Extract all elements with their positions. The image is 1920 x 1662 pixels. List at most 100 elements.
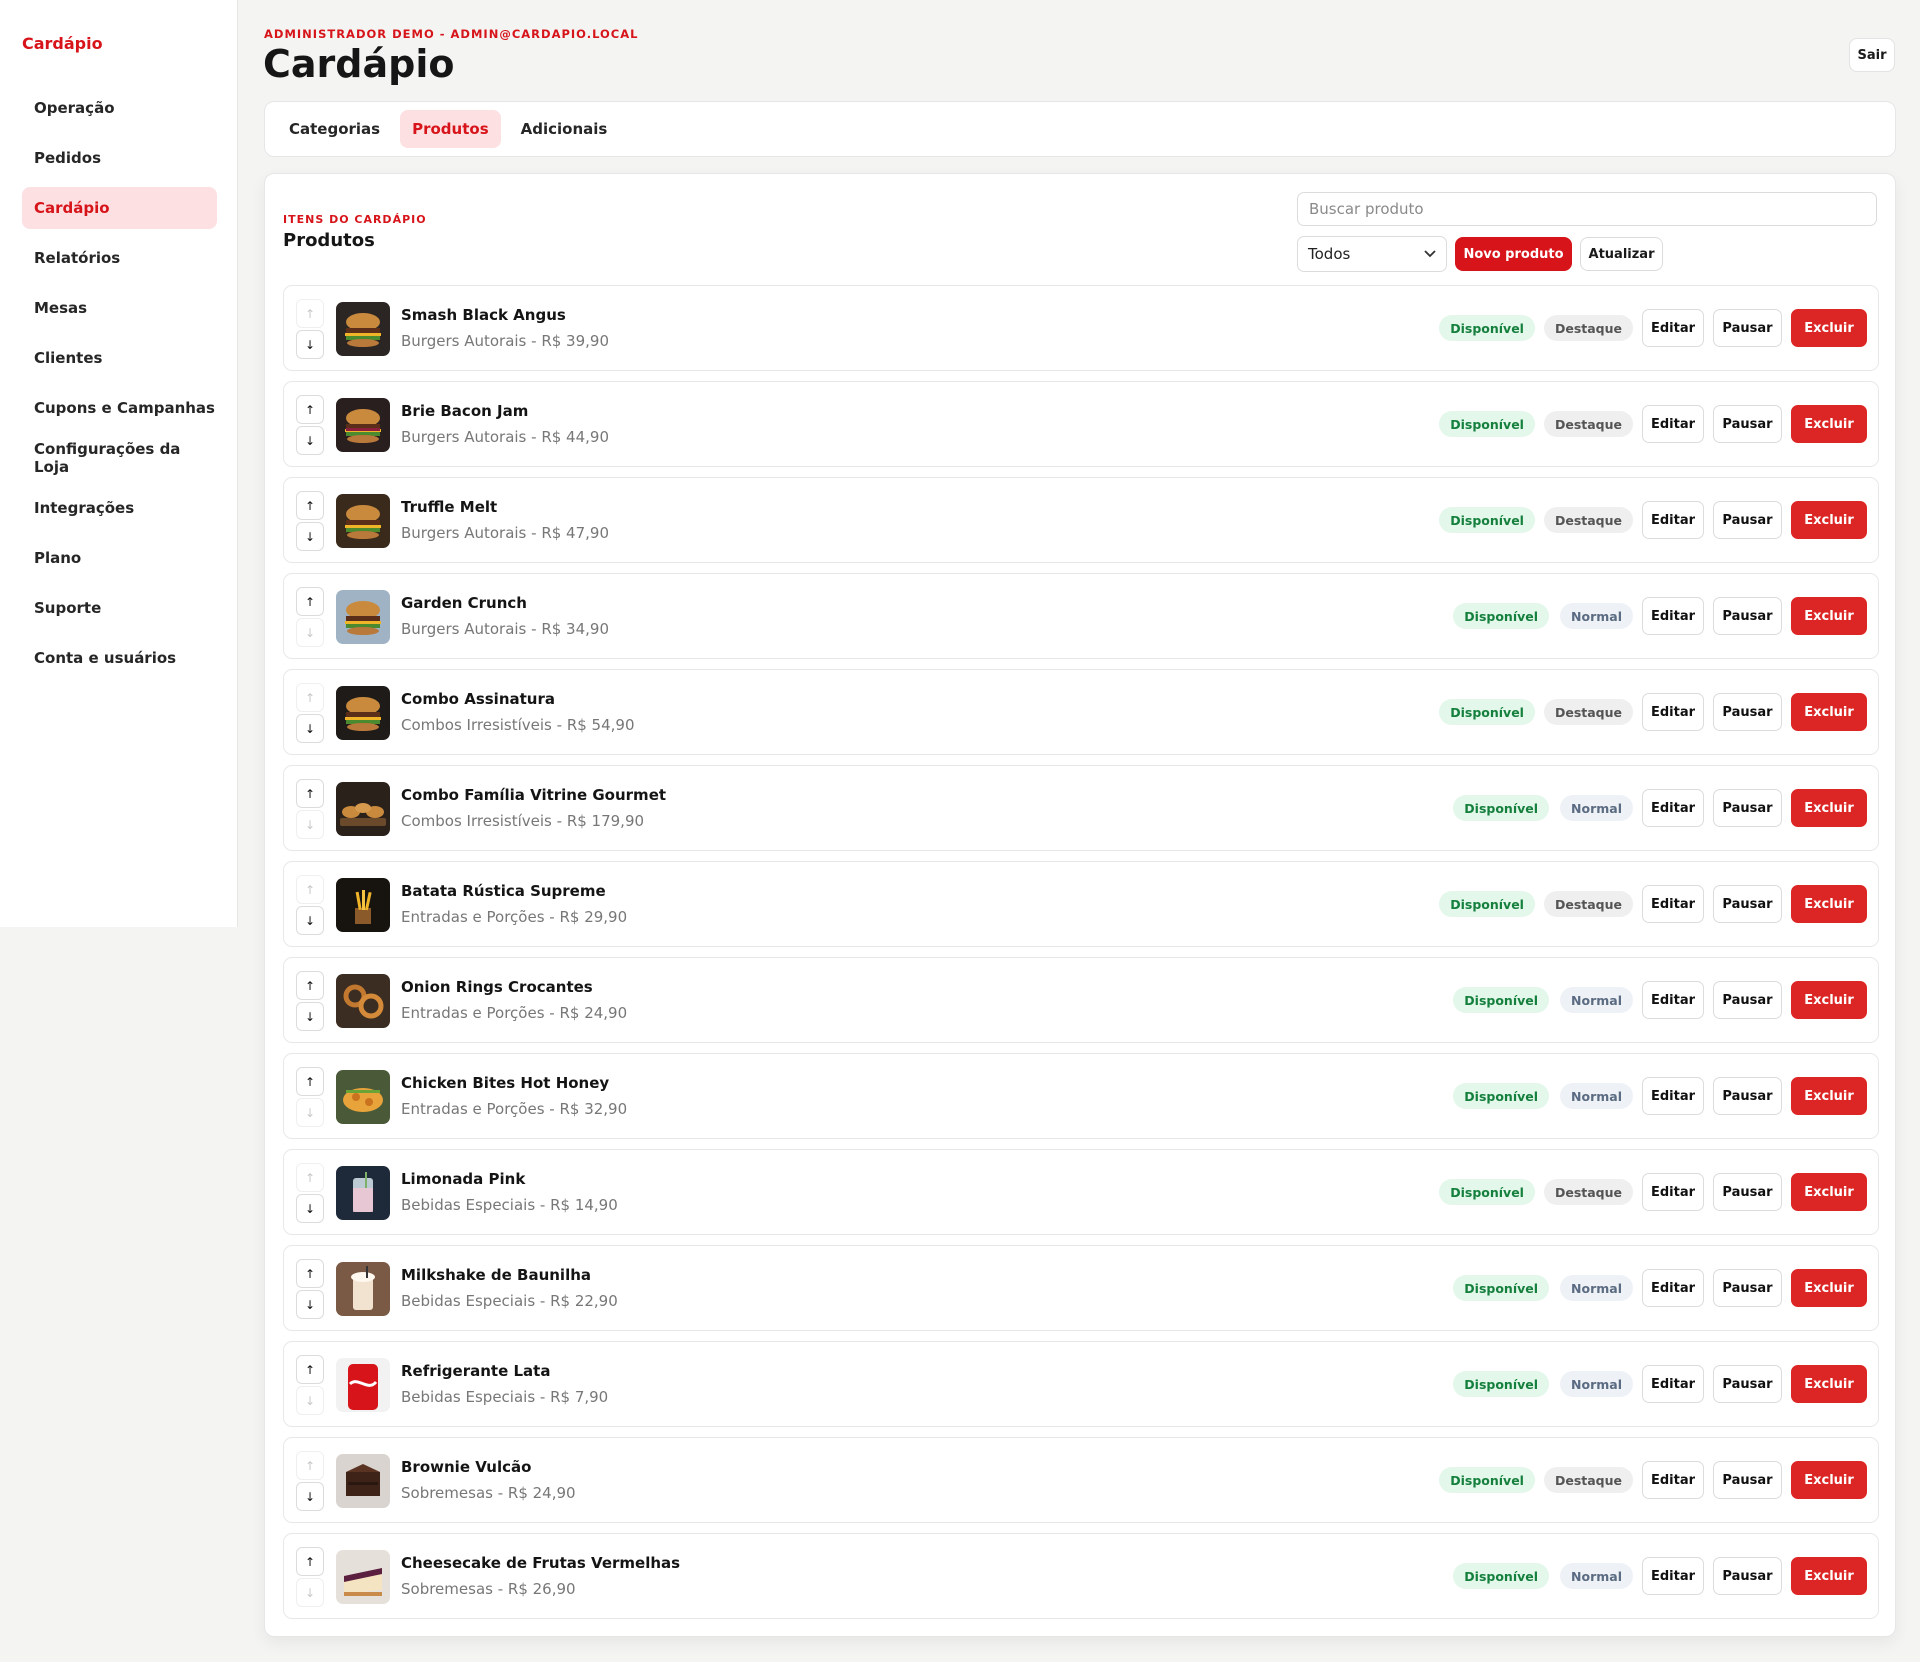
row-actions: Disponível Destaque Editar Pausar Excluir — [1439, 405, 1867, 443]
pause-button[interactable]: Pausar — [1713, 885, 1782, 923]
brand-logo-text[interactable]: Cardápio — [22, 34, 103, 53]
sidebar-item-clientes[interactable]: Clientes — [22, 337, 217, 379]
pause-button[interactable]: Pausar — [1713, 1557, 1782, 1595]
move-up-button[interactable]: ↑ — [296, 491, 324, 520]
row-actions: Disponível Destaque Editar Pausar Excluir — [1439, 1461, 1867, 1499]
edit-button[interactable]: Editar — [1642, 597, 1704, 635]
pause-button[interactable]: Pausar — [1713, 693, 1782, 731]
product-category-price: Sobremesas - R$ 24,90 — [401, 1484, 576, 1502]
move-up-button: ↑ — [296, 299, 324, 328]
edit-button[interactable]: Editar — [1642, 1269, 1704, 1307]
move-down-button[interactable]: ↓ — [296, 330, 324, 359]
product-thumbnail — [336, 1070, 390, 1124]
move-up-button[interactable]: ↑ — [296, 779, 324, 808]
edit-button[interactable]: Editar — [1642, 1365, 1704, 1403]
delete-button[interactable]: Excluir — [1791, 1365, 1867, 1403]
delete-button[interactable]: Excluir — [1791, 597, 1867, 635]
sidebar-item-operação[interactable]: Operação — [22, 87, 217, 129]
delete-button[interactable]: Excluir — [1791, 981, 1867, 1019]
edit-button[interactable]: Editar — [1642, 501, 1704, 539]
edit-button[interactable]: Editar — [1642, 885, 1704, 923]
delete-button[interactable]: Excluir — [1791, 693, 1867, 731]
edit-button[interactable]: Editar — [1642, 693, 1704, 731]
sidebar-item-pedidos[interactable]: Pedidos — [22, 137, 217, 179]
sidebar-item-integrações[interactable]: Integrações — [22, 487, 217, 529]
move-up-button[interactable]: ↑ — [296, 1067, 324, 1096]
move-up-button[interactable]: ↑ — [296, 395, 324, 424]
product-category-price: Entradas e Porções - R$ 32,90 — [401, 1100, 628, 1118]
availability-badge: Disponível — [1439, 1467, 1535, 1493]
delete-button[interactable]: Excluir — [1791, 1173, 1867, 1211]
pause-button[interactable]: Pausar — [1713, 1173, 1782, 1211]
move-down-button[interactable]: ↓ — [296, 1002, 324, 1031]
move-down-button[interactable]: ↓ — [296, 522, 324, 551]
pause-button[interactable]: Pausar — [1713, 789, 1782, 827]
move-down-button[interactable]: ↓ — [296, 1482, 324, 1511]
sidebar-item-cupons-e-campanhas[interactable]: Cupons e Campanhas — [22, 387, 217, 429]
delete-button[interactable]: Excluir — [1791, 1269, 1867, 1307]
sidebar-item-suporte[interactable]: Suporte — [22, 587, 217, 629]
tab-categorias[interactable]: Categorias — [277, 110, 392, 148]
product-category-price: Sobremesas - R$ 26,90 — [401, 1580, 576, 1598]
availability-badge: Disponível — [1439, 411, 1535, 437]
move-up-button[interactable]: ↑ — [296, 971, 324, 1000]
delete-button[interactable]: Excluir — [1791, 789, 1867, 827]
status-filter-select[interactable]: Todos — [1297, 236, 1447, 272]
move-up-button[interactable]: ↑ — [296, 587, 324, 616]
move-down-button[interactable]: ↓ — [296, 1290, 324, 1319]
product-thumbnail — [336, 398, 390, 452]
pause-button[interactable]: Pausar — [1713, 501, 1782, 539]
edit-button[interactable]: Editar — [1642, 309, 1704, 347]
product-row: ↑ ↓ Garden Crunch Burgers Autorais - R$ 34,… — [283, 573, 1879, 659]
product-row: ↑ ↓ Combo Família Vitrine Gourmet Combos Ir… — [283, 765, 1879, 851]
sidebar-item-mesas[interactable]: Mesas — [22, 287, 217, 329]
move-up-button[interactable]: ↑ — [296, 1355, 324, 1384]
move-down-button[interactable]: ↓ — [296, 714, 324, 743]
pause-button[interactable]: Pausar — [1713, 981, 1782, 1019]
sidebar-item-conta-e-usuários[interactable]: Conta e usuários — [22, 637, 217, 679]
sidebar-item-configurações-da-loja[interactable]: Configurações da Loja — [22, 437, 217, 479]
sidebar-item-plano[interactable]: Plano — [22, 537, 217, 579]
edit-button[interactable]: Editar — [1642, 1077, 1704, 1115]
delete-button[interactable]: Excluir — [1791, 309, 1867, 347]
move-up-button[interactable]: ↑ — [296, 1259, 324, 1288]
search-input[interactable] — [1297, 192, 1877, 226]
new-product-button[interactable]: Novo produto — [1455, 237, 1572, 271]
delete-button[interactable]: Excluir — [1791, 1461, 1867, 1499]
delete-button[interactable]: Excluir — [1791, 501, 1867, 539]
user-identity: ADMINISTRADOR DEMO - ADMIN@CARDAPIO.LOCA… — [264, 27, 639, 41]
move-down-button[interactable]: ↓ — [296, 1194, 324, 1223]
edit-button[interactable]: Editar — [1642, 405, 1704, 443]
delete-button[interactable]: Excluir — [1791, 1077, 1867, 1115]
pause-button[interactable]: Pausar — [1713, 1365, 1782, 1403]
move-up-button[interactable]: ↑ — [296, 1547, 324, 1576]
move-down-button[interactable]: ↓ — [296, 426, 324, 455]
edit-button[interactable]: Editar — [1642, 981, 1704, 1019]
pause-button[interactable]: Pausar — [1713, 597, 1782, 635]
pause-button[interactable]: Pausar — [1713, 309, 1782, 347]
pause-button[interactable]: Pausar — [1713, 405, 1782, 443]
logout-button[interactable]: Sair — [1849, 38, 1895, 72]
refresh-button[interactable]: Atualizar — [1580, 237, 1663, 271]
sidebar-item-relatórios[interactable]: Relatórios — [22, 237, 217, 279]
row-actions: Disponível Destaque Editar Pausar Excluir — [1439, 1173, 1867, 1211]
tab-produtos[interactable]: Produtos — [400, 110, 501, 148]
feature-badge: Normal — [1560, 1275, 1633, 1301]
edit-button[interactable]: Editar — [1642, 1173, 1704, 1211]
pause-button[interactable]: Pausar — [1713, 1077, 1782, 1115]
pause-button[interactable]: Pausar — [1713, 1269, 1782, 1307]
product-thumbnail — [336, 1550, 390, 1604]
product-thumbnail — [336, 1262, 390, 1316]
product-name: Truffle Melt — [401, 498, 498, 516]
delete-button[interactable]: Excluir — [1791, 405, 1867, 443]
delete-button[interactable]: Excluir — [1791, 1557, 1867, 1595]
sidebar-item-cardápio[interactable]: Cardápio — [22, 187, 217, 229]
delete-button[interactable]: Excluir — [1791, 885, 1867, 923]
tab-adicionais[interactable]: Adicionais — [509, 110, 620, 148]
pause-button[interactable]: Pausar — [1713, 1461, 1782, 1499]
move-down-button[interactable]: ↓ — [296, 906, 324, 935]
product-category-price: Entradas e Porções - R$ 29,90 — [401, 908, 628, 926]
edit-button[interactable]: Editar — [1642, 1557, 1704, 1595]
edit-button[interactable]: Editar — [1642, 1461, 1704, 1499]
edit-button[interactable]: Editar — [1642, 789, 1704, 827]
